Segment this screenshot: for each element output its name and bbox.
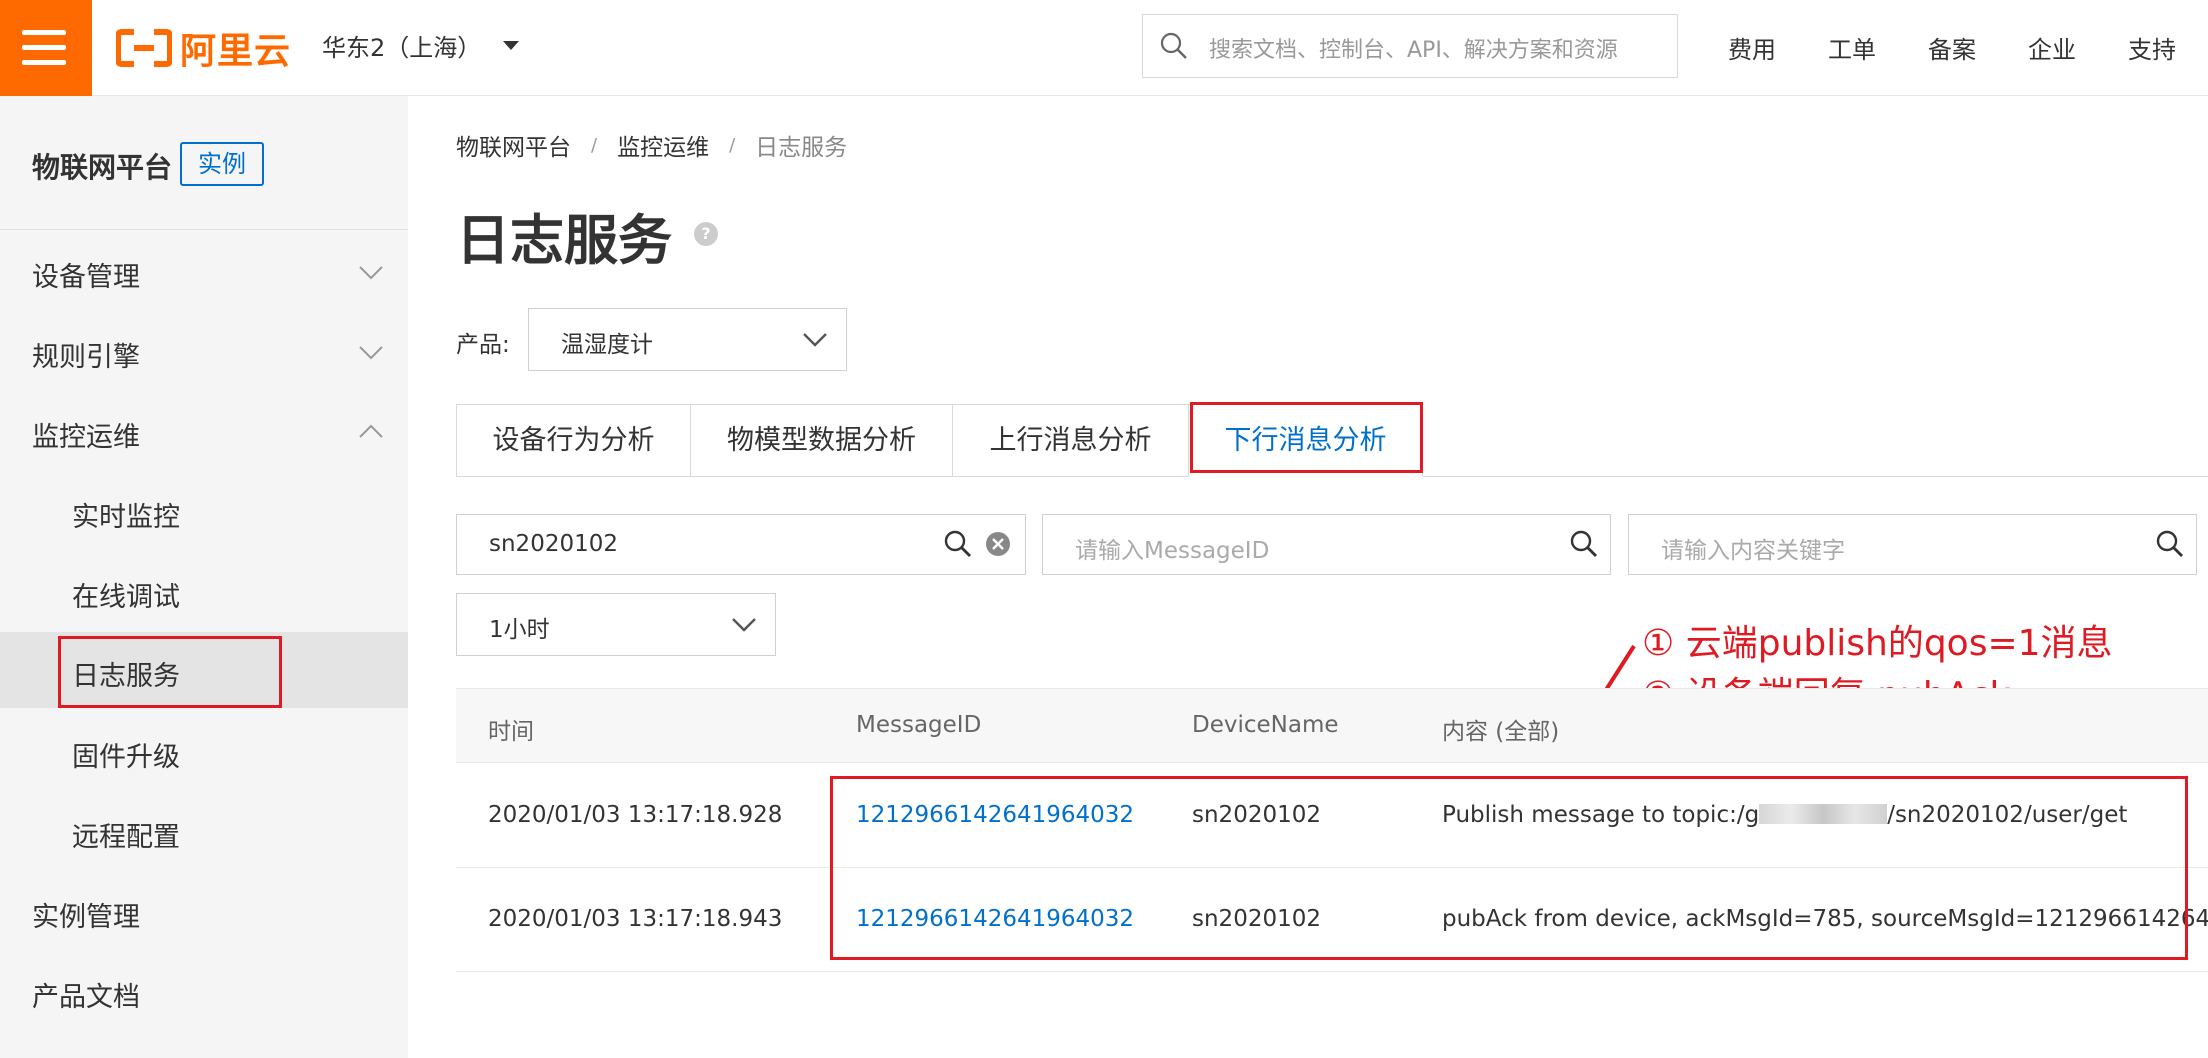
row-message-id-link[interactable]: 1212966142641964032 (856, 802, 1134, 828)
menu-icon-bar (22, 45, 66, 50)
chevron-down-icon (359, 266, 383, 280)
caret-down-icon (503, 41, 520, 50)
device-name-value: sn2020102 (489, 531, 618, 557)
row-time: 2020/01/03 13:17:18.943 (488, 906, 783, 932)
sidebar-item-log-service[interactable]: 日志服务 (0, 632, 408, 708)
column-header-message-id: MessageID (856, 712, 982, 738)
logo-text: 阿里云 (180, 31, 292, 72)
sidebar-item-label: 设备管理 (32, 262, 140, 293)
search-icon[interactable] (943, 529, 973, 559)
sidebar-item-monitoring[interactable]: 监控运维 (0, 397, 408, 467)
nav-icp[interactable]: 备案 (1928, 30, 1976, 65)
help-icon[interactable]: ? (694, 222, 718, 246)
search-icon[interactable] (1569, 529, 1599, 559)
top-bar: 阿里云 华东2（上海） 搜索文档、控制台、API、解决方案和资源 费用 工单 备… (0, 0, 2208, 96)
tab-upstream-messages[interactable]: 上行消息分析 (952, 404, 1189, 477)
sidebar-item-label: 远程配置 (72, 822, 180, 853)
clear-icon[interactable] (985, 531, 1011, 557)
sidebar-item-product-docs[interactable]: 产品文档 (0, 957, 408, 1027)
tab-downstream-messages[interactable]: 下行消息分析 (1188, 404, 1423, 477)
chevron-down-icon (732, 618, 756, 632)
sidebar-item-instance-management[interactable]: 实例管理 (0, 877, 408, 947)
region-selector[interactable]: 华东2（上海） (322, 28, 520, 63)
row-message-id-link[interactable]: 1212966142641964032 (856, 906, 1134, 932)
sidebar-item-label: 固件升级 (72, 742, 180, 773)
content-keyword-placeholder: 请输入内容关键字 (1661, 538, 1845, 564)
product-label: 产品: (456, 332, 510, 358)
hamburger-menu-button[interactable] (0, 0, 92, 96)
column-header-content[interactable]: 内容 (全部) (1442, 712, 1559, 746)
region-label: 华东2（上海） (322, 34, 482, 62)
menu-icon (22, 30, 66, 35)
tabs-baseline (1422, 476, 2208, 477)
tab-thing-model-data[interactable]: 物模型数据分析 (690, 404, 953, 477)
sidebar-item-remote-config[interactable]: 远程配置 (0, 797, 408, 867)
sidebar-item-label: 产品文档 (32, 982, 140, 1013)
search-icon[interactable] (2155, 529, 2185, 559)
instance-badge[interactable]: 实例 (180, 142, 264, 186)
time-range-select[interactable]: 1小时 (456, 593, 776, 656)
row-content-suffix: /sn2020102/user/get (1887, 802, 2128, 828)
nav-enterprise[interactable]: 企业 (2028, 30, 2076, 65)
sidebar-item-label: 实例管理 (32, 902, 140, 933)
sidebar-divider (0, 229, 408, 230)
table-row: 2020/01/03 13:17:18.943 1212966142641964… (456, 868, 2208, 972)
search-placeholder: 搜索文档、控制台、API、解决方案和资源 (1209, 38, 1618, 63)
product-select-value: 温湿度计 (561, 332, 653, 358)
breadcrumb-item[interactable]: 物联网平台 (456, 128, 571, 162)
chevron-up-icon (359, 424, 383, 438)
table-header: 时间 MessageID DeviceName 内容 (全部) (456, 688, 2208, 763)
sidebar-item-label: 日志服务 (72, 661, 180, 692)
row-device-name: sn2020102 (1192, 906, 1321, 932)
breadcrumb-separator: / (591, 134, 598, 156)
sidebar: 物联网平台 实例 设备管理 规则引擎 监控运维 实时监控 在线调试 日志服务 固… (0, 96, 408, 1058)
sidebar-title: 物联网平台 (32, 151, 173, 184)
tab-device-behavior[interactable]: 设备行为分析 (456, 404, 691, 477)
menu-icon-bar (22, 60, 66, 65)
row-content: pubAck from device, ackMsgId=785, source… (1442, 906, 2208, 932)
nav-ticket[interactable]: 工单 (1828, 30, 1876, 65)
sidebar-item-firmware-upgrade[interactable]: 固件升级 (0, 717, 408, 787)
row-time: 2020/01/03 13:17:18.928 (488, 802, 783, 828)
breadcrumb-separator: / (729, 134, 736, 156)
row-content: Publish message to topic:/g/sn2020102/us… (1442, 802, 2127, 828)
row-content-prefix: Publish message to topic:/g (1442, 802, 1760, 828)
sidebar-item-realtime-monitor[interactable]: 实时监控 (0, 477, 408, 547)
redacted-region (1759, 804, 1888, 824)
sidebar-item-label: 监控运维 (32, 422, 140, 453)
nav-support[interactable]: 支持 (2128, 30, 2176, 65)
sidebar-item-device-management[interactable]: 设备管理 (0, 237, 408, 307)
search-icon (1160, 32, 1187, 59)
message-id-placeholder: 请输入MessageID (1075, 538, 1270, 564)
product-select[interactable]: 温湿度计 (528, 308, 847, 371)
column-header-time: 时间 (488, 719, 534, 745)
breadcrumb: 物联网平台 / 监控运维 / 日志服务 (456, 128, 847, 162)
row-device-name: sn2020102 (1192, 802, 1321, 828)
sidebar-item-label: 实时监控 (72, 502, 180, 533)
breadcrumb-current: 日志服务 (755, 135, 848, 161)
column-header-device-name: DeviceName (1192, 712, 1339, 738)
page-title: 日志服务 (456, 209, 672, 272)
aliyun-logo[interactable]: 阿里云 (116, 22, 291, 74)
table-row: 2020/01/03 13:17:18.928 1212966142641964… (456, 764, 2208, 868)
annotation-line-1: ① 云端publish的qos=1消息 (1642, 623, 2113, 664)
sidebar-item-label: 在线调试 (72, 582, 180, 613)
message-id-input[interactable]: 请输入MessageID (1042, 514, 1611, 575)
sidebar-item-label: 规则引擎 (32, 342, 140, 373)
global-search-input[interactable]: 搜索文档、控制台、API、解决方案和资源 (1142, 14, 1678, 78)
aliyun-logo-icon (116, 29, 172, 67)
sidebar-item-online-debug[interactable]: 在线调试 (0, 557, 408, 627)
breadcrumb-item[interactable]: 监控运维 (617, 128, 709, 162)
device-name-input[interactable]: sn2020102 (456, 514, 1026, 575)
sidebar-item-rule-engine[interactable]: 规则引擎 (0, 317, 408, 387)
nav-billing[interactable]: 费用 (1728, 30, 1776, 65)
chevron-down-icon (359, 346, 383, 360)
time-range-value: 1小时 (489, 617, 550, 643)
chevron-down-icon (803, 333, 827, 347)
content-keyword-input[interactable]: 请输入内容关键字 (1628, 514, 2197, 575)
